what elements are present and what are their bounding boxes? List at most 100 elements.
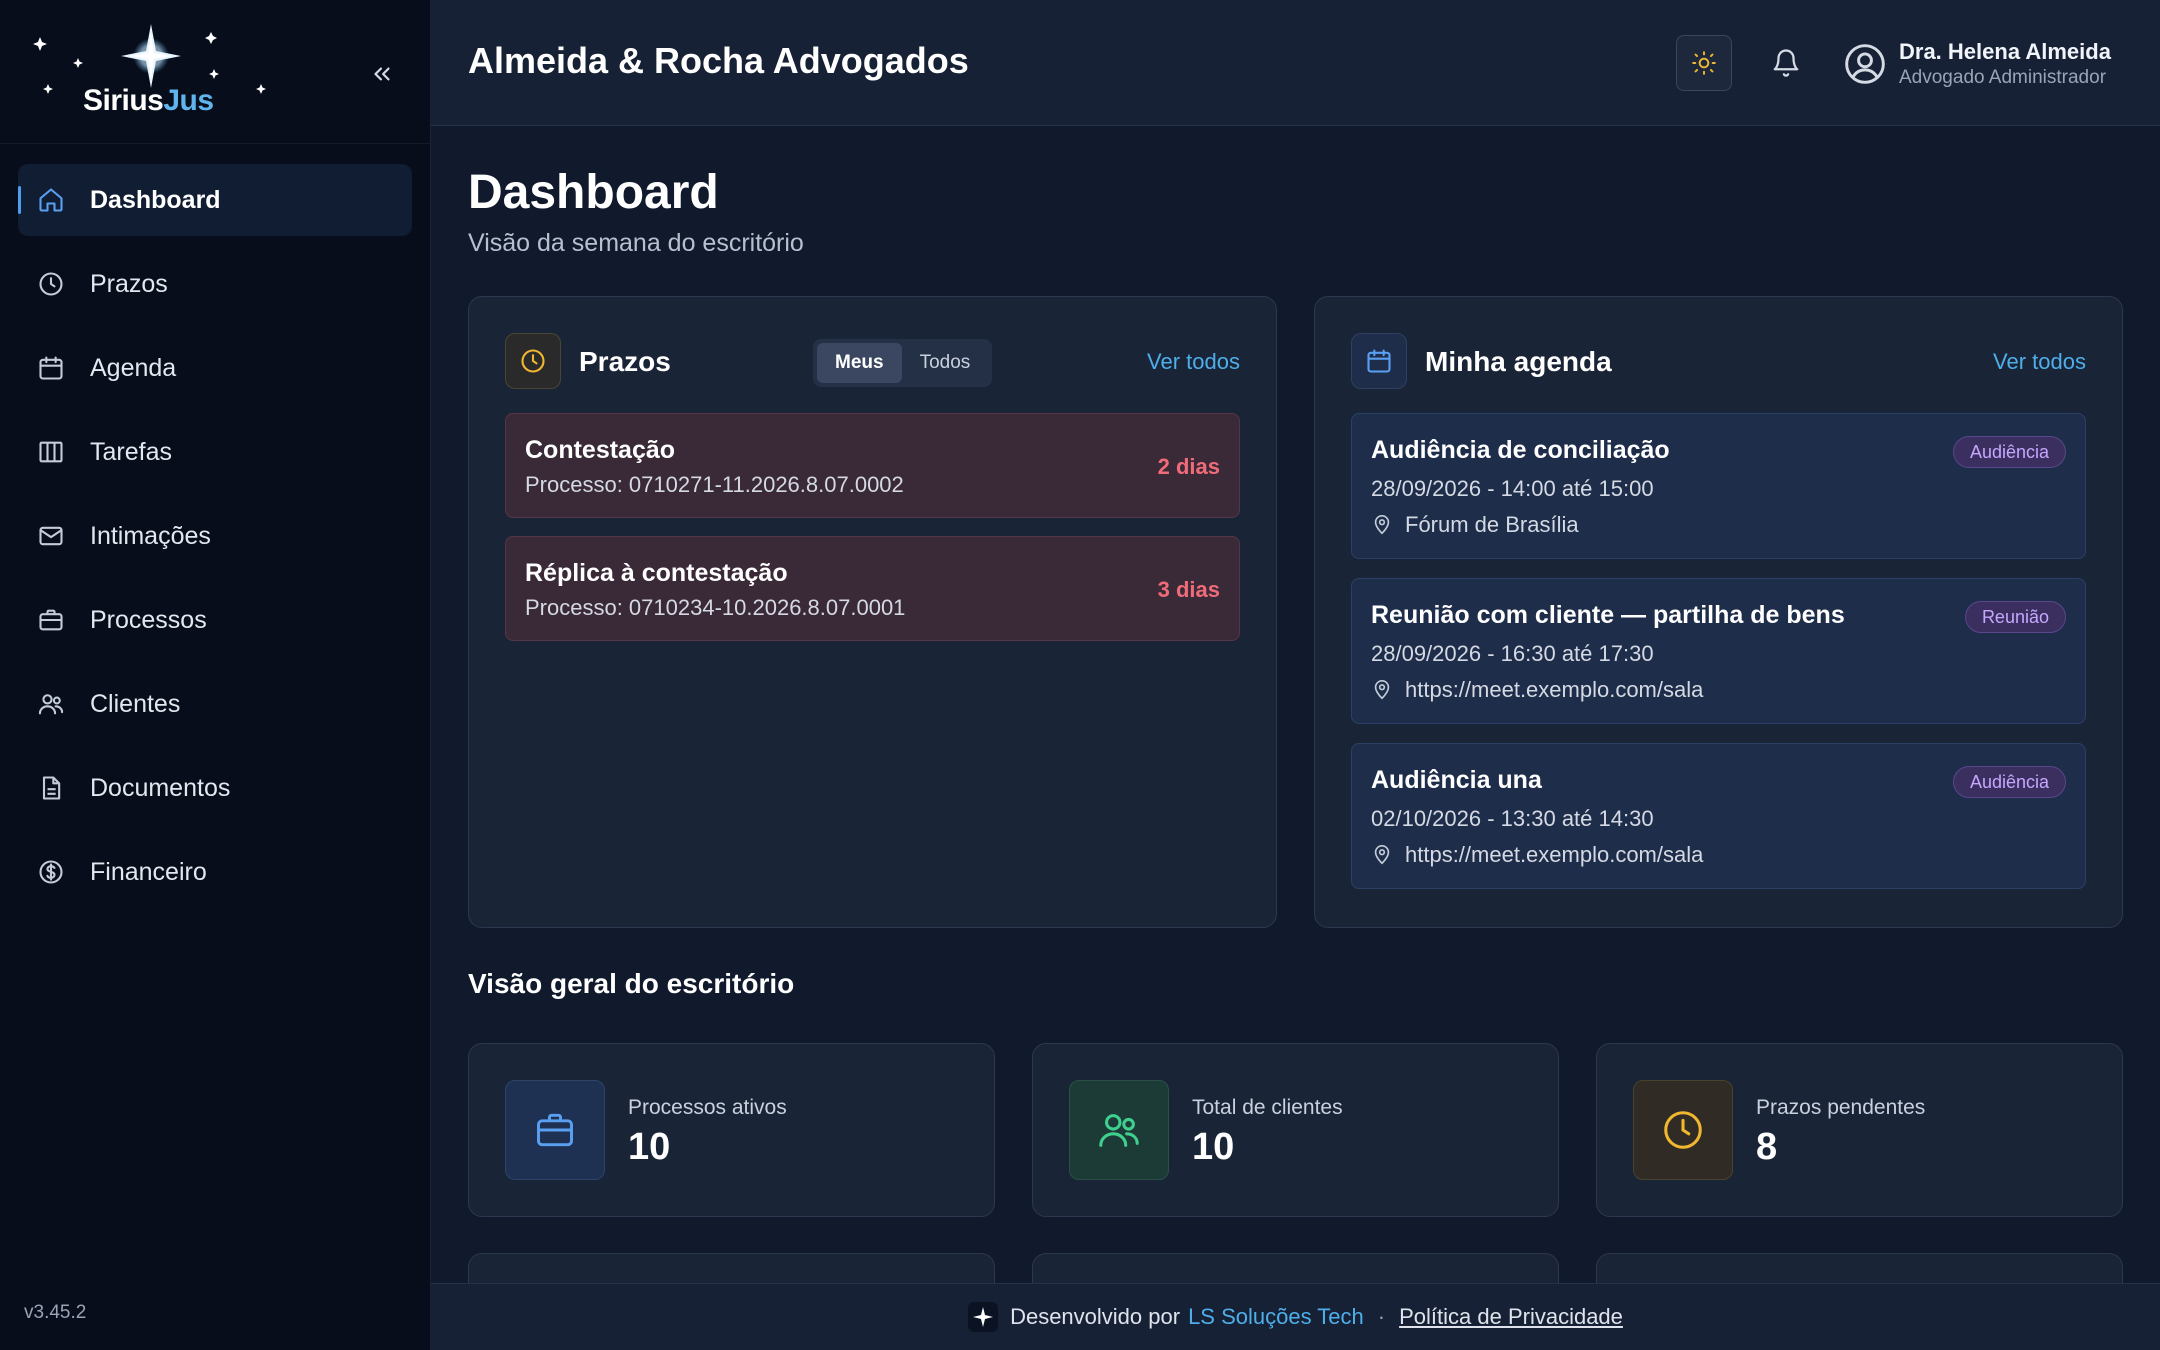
page-subtitle: Visão da semana do escritório [468, 229, 804, 257]
sidebar-item-financeiro[interactable]: Financeiro [18, 836, 412, 908]
deadline-item[interactable]: Contestação Processo: 0710271-11.2026.8.… [505, 413, 1240, 518]
stat-value: 8 [1756, 1126, 1778, 1168]
company-link[interactable]: LS Soluções Tech [1188, 1304, 1364, 1330]
deadline-process: Processo: 0710271-11.2026.8.07.0002 [525, 472, 904, 497]
main-content: Dashboard Visão da semana do escritório … [431, 127, 2160, 1313]
event-location: https://meet.exemplo.com/sala [1371, 677, 1703, 703]
filter-all-button[interactable]: Todos [902, 343, 989, 383]
stat-value: 10 [628, 1126, 671, 1168]
sidebar-item-intimacoes[interactable]: Intimações [18, 500, 412, 572]
stat-label: Total de clientes [1192, 1096, 1343, 1119]
agenda-panel: Minha agenda Ver todos Audiência de conc… [1314, 296, 2123, 928]
footer-separator: · [1377, 1304, 1386, 1329]
footer-prefix: Desenvolvido por [1010, 1304, 1181, 1329]
brand-name-part2: Jus [163, 84, 214, 117]
agenda-event[interactable]: Reunião com cliente — partilha de bens R… [1351, 578, 2086, 724]
event-title: Reunião com cliente — partilha de bens [1371, 601, 1845, 629]
sidebar-item-label: Prazos [90, 269, 168, 298]
user-name: Dra. Helena Almeida [1899, 39, 2111, 64]
user-circle-icon [1845, 44, 1885, 84]
user-role: Advogado Administrador [1899, 67, 2107, 88]
sidebar-item-documentos[interactable]: Documentos [18, 752, 412, 824]
users-icon [1069, 1080, 1169, 1180]
user-menu[interactable]: Dra. Helena Almeida Advogado Administrad… [1843, 36, 2111, 92]
sidebar-item-prazos[interactable]: Prazos [18, 248, 412, 320]
sidebar-item-label: Dashboard [90, 185, 221, 214]
map-pin-icon [1374, 845, 1390, 865]
sidebar-item-label: Tarefas [90, 437, 172, 466]
clock-icon [36, 269, 66, 299]
deadlines-panel: Prazos Meus Todos Ver todos Contestação … [468, 296, 1277, 928]
event-time: 28/09/2026 - 16:30 até 17:30 [1371, 641, 1654, 666]
privacy-policy-link[interactable]: Política de Privacidade [1399, 1304, 1623, 1330]
stat-card-clientes[interactable]: Total de clientes 10 [1032, 1043, 1559, 1217]
event-location: https://meet.exemplo.com/sala [1371, 842, 1703, 868]
sidebar-item-label: Financeiro [90, 857, 207, 886]
sidebar-nav: Dashboard Prazos Agenda Tarefas Intimaçõ… [18, 164, 412, 920]
event-location-text: https://meet.exemplo.com/sala [1405, 842, 1704, 867]
sidebar-item-processos[interactable]: Processos [18, 584, 412, 656]
collapse-sidebar-button[interactable] [364, 56, 400, 92]
sidebar-item-agenda[interactable]: Agenda [18, 332, 412, 404]
agenda-title: Minha agenda [1425, 346, 1612, 377]
kanban-icon [36, 437, 66, 467]
dollar-icon [36, 857, 66, 887]
home-icon [36, 185, 66, 215]
sidebar: SiriusJus Dashboard Prazos Agenda Tarefa… [0, 0, 431, 1350]
user-info: Dra. Helena Almeida Advogado Administrad… [1899, 38, 2111, 90]
sparkle-icon [968, 1302, 999, 1332]
logo-area: SiriusJus [0, 0, 430, 144]
map-pin-icon [1374, 515, 1390, 535]
calendar-icon [36, 353, 66, 383]
sidebar-item-label: Intimações [90, 521, 211, 550]
deadline-item[interactable]: Réplica à contestação Processo: 0710234-… [505, 536, 1240, 641]
deadlines-filter: Meus Todos [813, 339, 993, 387]
bell-icon [1773, 49, 1799, 77]
app-version: v3.45.2 [24, 1302, 87, 1323]
overview-title: Visão geral do escritório [468, 968, 795, 999]
footer: Desenvolvido por LS Soluções Tech · Polí… [431, 1283, 2160, 1350]
agenda-event[interactable]: Audiência una Audiência 02/10/2026 - 13:… [1351, 743, 2086, 889]
map-pin-icon [1374, 680, 1390, 700]
deadline-due: 2 dias [1157, 454, 1220, 479]
deadlines-title: Prazos [579, 346, 671, 377]
event-location-text: https://meet.exemplo.com/sala [1405, 677, 1704, 702]
briefcase-icon [505, 1080, 605, 1180]
calendar-icon [1351, 333, 1407, 389]
document-icon [36, 773, 66, 803]
event-type-badge: Audiência [1952, 436, 2066, 468]
deadline-title: Réplica à contestação [525, 559, 788, 587]
event-type-badge: Audiência [1952, 766, 2066, 798]
sidebar-item-label: Agenda [90, 353, 177, 382]
stat-label: Prazos pendentes [1756, 1096, 1926, 1119]
filter-mine-button[interactable]: Meus [817, 343, 902, 383]
agenda-event[interactable]: Audiência de conciliação Audiência 28/09… [1351, 413, 2086, 559]
sidebar-item-label: Clientes [90, 689, 181, 718]
users-icon [36, 689, 66, 719]
sidebar-item-tarefas[interactable]: Tarefas [18, 416, 412, 488]
briefcase-icon [36, 605, 66, 635]
brand-name-part1: Sirius [83, 84, 164, 117]
deadlines-see-all-link[interactable]: Ver todos [1147, 349, 1240, 375]
deadline-title: Contestação [525, 436, 676, 464]
notifications-button[interactable] [1766, 43, 1806, 83]
deadline-due: 3 dias [1157, 577, 1220, 602]
sidebar-item-dashboard[interactable]: Dashboard [18, 164, 412, 236]
event-location-text: Fórum de Brasília [1405, 512, 1579, 537]
mail-icon [36, 521, 66, 551]
theme-toggle-button[interactable] [1676, 35, 1732, 91]
stat-label: Processos ativos [628, 1096, 787, 1119]
sidebar-item-label: Processos [90, 605, 207, 634]
stat-card-processos[interactable]: Processos ativos 10 [468, 1043, 995, 1217]
agenda-see-all-link[interactable]: Ver todos [1993, 349, 2086, 375]
page-title: Dashboard [468, 166, 719, 219]
chevrons-left-icon [374, 67, 390, 81]
stat-card-prazos[interactable]: Prazos pendentes 8 [1596, 1043, 2123, 1217]
top-header: Almeida & Rocha Advogados Dra. Helena Al… [431, 0, 2160, 126]
sidebar-item-clientes[interactable]: Clientes [18, 668, 412, 740]
sun-icon [1692, 51, 1716, 75]
event-time: 02/10/2026 - 13:30 até 14:30 [1371, 806, 1654, 831]
event-title: Audiência una [1371, 766, 1542, 794]
stat-value: 10 [1192, 1126, 1235, 1168]
event-title: Audiência de conciliação [1371, 436, 1670, 464]
